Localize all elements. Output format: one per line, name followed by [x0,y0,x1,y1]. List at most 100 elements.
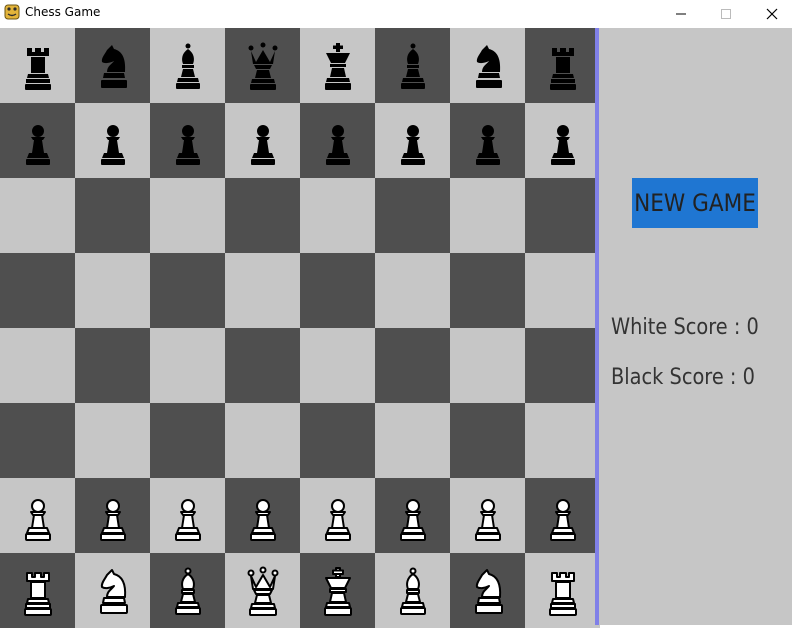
white-pawn-icon[interactable] [93,488,133,544]
square-d1[interactable] [225,553,300,628]
black-bishop-icon[interactable] [168,38,208,94]
black-knight-icon[interactable] [93,38,133,94]
white-pawn-icon[interactable] [393,488,433,544]
square-g1[interactable] [450,553,525,628]
square-h2[interactable] [525,478,600,553]
square-c5[interactable] [150,253,225,328]
square-b5[interactable] [75,253,150,328]
square-h6[interactable] [525,178,600,253]
white-knight-icon[interactable] [468,563,508,619]
white-king-icon[interactable] [318,563,358,619]
black-queen-icon[interactable] [243,38,283,94]
black-pawn-icon[interactable] [543,113,583,169]
square-f1[interactable] [375,553,450,628]
square-a3[interactable] [0,403,75,478]
square-a8[interactable] [0,28,75,103]
square-f4[interactable] [375,328,450,403]
black-knight-icon[interactable] [468,38,508,94]
new-game-button[interactable]: NEW GAME [632,178,758,228]
square-h3[interactable] [525,403,600,478]
square-h5[interactable] [525,253,600,328]
square-c4[interactable] [150,328,225,403]
black-bishop-icon[interactable] [393,38,433,94]
square-g5[interactable] [450,253,525,328]
white-queen-icon[interactable] [243,563,283,619]
square-d3[interactable] [225,403,300,478]
close-button[interactable] [749,0,792,27]
square-f5[interactable] [375,253,450,328]
white-pawn-icon[interactable] [468,488,508,544]
black-rook-icon[interactable] [18,38,58,94]
square-b3[interactable] [75,403,150,478]
black-rook-icon[interactable] [543,38,583,94]
square-b7[interactable] [75,103,150,178]
square-d8[interactable] [225,28,300,103]
square-e6[interactable] [300,178,375,253]
square-b4[interactable] [75,328,150,403]
square-g4[interactable] [450,328,525,403]
black-pawn-icon[interactable] [243,113,283,169]
square-a2[interactable] [0,478,75,553]
square-f6[interactable] [375,178,450,253]
square-h8[interactable] [525,28,600,103]
square-h7[interactable] [525,103,600,178]
white-pawn-icon[interactable] [318,488,358,544]
square-h1[interactable] [525,553,600,628]
square-c6[interactable] [150,178,225,253]
square-e3[interactable] [300,403,375,478]
black-pawn-icon[interactable] [18,113,58,169]
square-c8[interactable] [150,28,225,103]
square-f2[interactable] [375,478,450,553]
square-f8[interactable] [375,28,450,103]
square-b1[interactable] [75,553,150,628]
square-g7[interactable] [450,103,525,178]
square-c7[interactable] [150,103,225,178]
black-pawn-icon[interactable] [168,113,208,169]
white-rook-icon[interactable] [543,563,583,619]
square-e1[interactable] [300,553,375,628]
square-b6[interactable] [75,178,150,253]
square-e2[interactable] [300,478,375,553]
white-bishop-icon[interactable] [393,563,433,619]
square-g3[interactable] [450,403,525,478]
square-g2[interactable] [450,478,525,553]
square-e4[interactable] [300,328,375,403]
square-h4[interactable] [525,328,600,403]
white-pawn-icon[interactable] [543,488,583,544]
square-a6[interactable] [0,178,75,253]
square-b8[interactable] [75,28,150,103]
white-knight-icon[interactable] [93,563,133,619]
square-c1[interactable] [150,553,225,628]
square-e5[interactable] [300,253,375,328]
black-king-icon[interactable] [318,38,358,94]
square-d2[interactable] [225,478,300,553]
square-c2[interactable] [150,478,225,553]
square-f7[interactable] [375,103,450,178]
white-pawn-icon[interactable] [168,488,208,544]
square-d4[interactable] [225,328,300,403]
white-rook-icon[interactable] [18,563,58,619]
square-a1[interactable] [0,553,75,628]
square-d5[interactable] [225,253,300,328]
black-pawn-icon[interactable] [93,113,133,169]
white-pawn-icon[interactable] [18,488,58,544]
square-g6[interactable] [450,178,525,253]
square-e8[interactable] [300,28,375,103]
maximize-button[interactable] [703,0,749,27]
black-pawn-icon[interactable] [318,113,358,169]
square-d6[interactable] [225,178,300,253]
square-a5[interactable] [0,253,75,328]
white-pawn-icon[interactable] [243,488,283,544]
square-f3[interactable] [375,403,450,478]
black-pawn-icon[interactable] [468,113,508,169]
square-a4[interactable] [0,328,75,403]
square-g8[interactable] [450,28,525,103]
black-pawn-icon[interactable] [393,113,433,169]
square-d7[interactable] [225,103,300,178]
square-b2[interactable] [75,478,150,553]
square-a7[interactable] [0,103,75,178]
white-bishop-icon[interactable] [168,563,208,619]
minimize-button[interactable] [658,0,704,27]
square-e7[interactable] [300,103,375,178]
square-c3[interactable] [150,403,225,478]
